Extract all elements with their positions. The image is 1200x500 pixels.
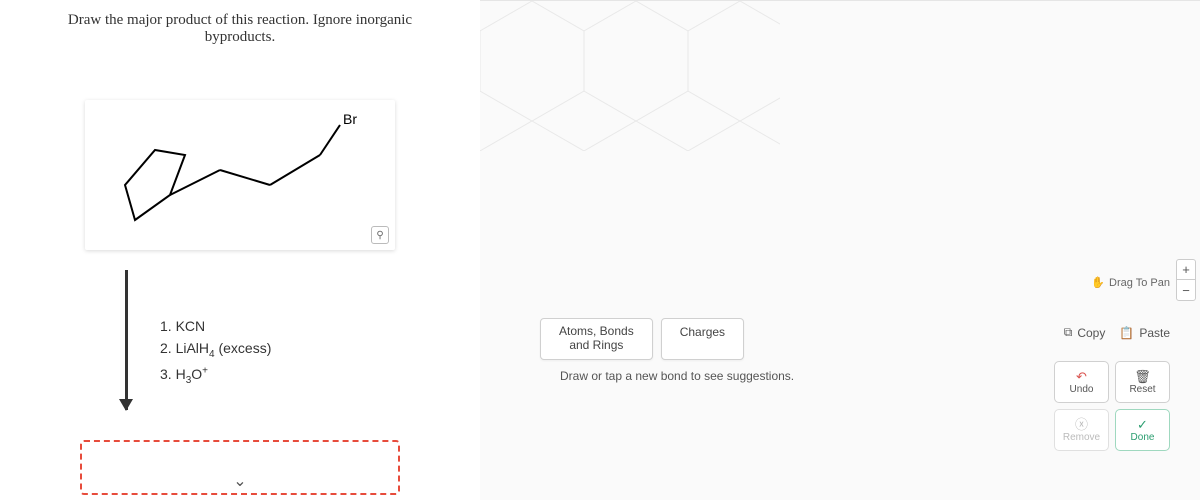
question-prompt: Draw the major product of this reaction.… [0,0,480,50]
reset-button[interactable]: 🗑 Reset [1115,361,1170,403]
reagent-step-1: 1. KCN [160,315,271,337]
undo-icon: ↶ [1076,370,1087,383]
molecule-svg: Br [85,100,395,250]
copy-paste-row: ⧉ Copy 📋 Paste [1064,325,1170,340]
canvas-hint: Draw or tap a new bond to see suggestion… [560,369,794,383]
bromine-label: Br [343,111,357,127]
action-buttons: ↶ Undo 🗑 Reset ⓧ Remove ✓ Done [1054,361,1170,451]
trash-icon: 🗑 [1134,370,1151,383]
plus-icon: + [1182,262,1190,277]
reaction-arrow [125,270,128,410]
zoom-structure-button[interactable]: ⚲ [371,226,389,244]
chevron-down-icon: ⌄ [233,473,246,490]
done-button[interactable]: ✓ Done [1115,409,1170,451]
remove-button[interactable]: ⓧ Remove [1054,409,1109,451]
prompt-line2: byproducts. [205,29,275,45]
check-icon: ✓ [1137,418,1148,431]
zoom-out-button[interactable]: − [1177,280,1195,300]
tool-tabs: Atoms, Bonds and Rings Charges [540,318,744,360]
undo-button[interactable]: ↶ Undo [1054,361,1109,403]
reagent-step-2: 2. LiAlH4 (excess) [160,337,271,363]
paste-icon: 📋 [1119,326,1134,340]
remove-icon: ⓧ [1075,418,1088,431]
answer-dropzone[interactable]: ⌄ [80,440,400,495]
prompt-line1: Draw the major product of this reaction.… [68,12,412,28]
zoom-control: + − [1176,259,1196,301]
drag-to-pan-label: ✋ Drag To Pan [1091,276,1170,289]
zoom-in-button[interactable]: + [1177,260,1195,280]
paste-button[interactable]: 📋 Paste [1119,325,1170,340]
minus-icon: − [1182,283,1190,298]
collapse-button[interactable]: ⌄ [233,471,246,491]
copy-icon: ⧉ [1064,325,1073,340]
drawing-canvas[interactable]: ✋ Drag To Pan + − Atoms, Bonds and Rings… [480,0,1200,500]
reactant-structure: Br ⚲ [85,100,395,250]
hex-grid-bg [480,1,780,151]
tab-atoms-bonds-rings[interactable]: Atoms, Bonds and Rings [540,318,653,360]
magnify-icon: ⚲ [376,230,383,241]
reagent-list: 1. KCN 2. LiAlH4 (excess) 3. H3O+ [160,315,271,389]
hand-icon: ✋ [1091,276,1105,289]
question-panel: Draw the major product of this reaction.… [0,0,480,500]
reagent-step-3: 3. H3O+ [160,363,271,389]
tab-charges[interactable]: Charges [661,318,744,360]
copy-button[interactable]: ⧉ Copy [1064,325,1106,340]
